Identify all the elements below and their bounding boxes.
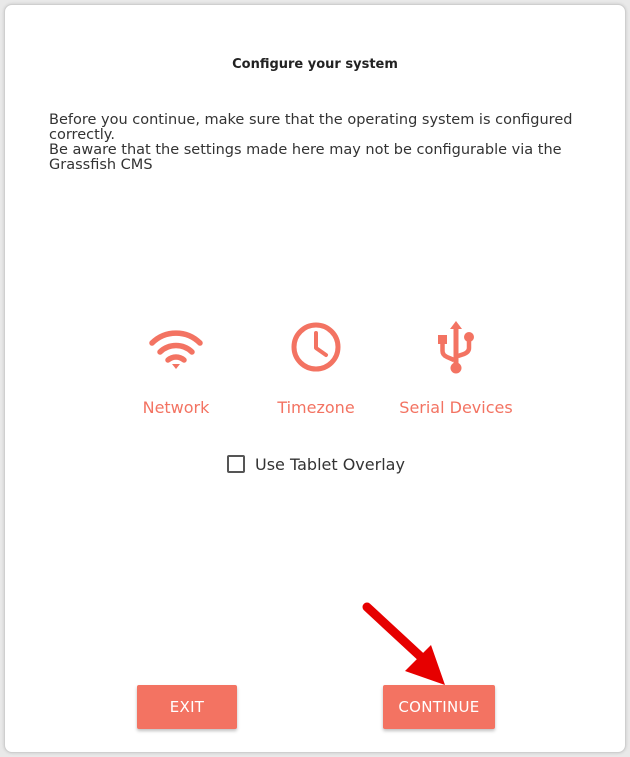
continue-button[interactable]: CONTINUE xyxy=(383,685,495,729)
serial-devices-label: Serial Devices xyxy=(399,398,513,417)
network-option[interactable]: Network xyxy=(101,317,251,427)
timezone-option[interactable]: Timezone xyxy=(241,317,391,427)
wifi-icon xyxy=(101,317,251,377)
tablet-overlay-checkbox-row[interactable]: Use Tablet Overlay xyxy=(227,451,405,477)
tablet-overlay-label: Use Tablet Overlay xyxy=(255,454,405,474)
annotation-arrow-icon xyxy=(362,602,445,685)
dialog-title: Configure your system xyxy=(232,57,398,72)
usb-icon xyxy=(381,317,531,377)
intro-line-2: Be aware that the settings made here may… xyxy=(49,142,562,173)
network-label: Network xyxy=(142,398,210,417)
intro-text: Before you continue, make sure that the … xyxy=(49,113,589,173)
clock-icon xyxy=(241,317,391,377)
exit-button[interactable]: EXIT xyxy=(137,685,237,729)
serial-devices-option[interactable]: Serial Devices xyxy=(381,317,531,427)
timezone-label: Timezone xyxy=(277,398,355,417)
tablet-overlay-checkbox[interactable] xyxy=(227,455,245,473)
configure-system-dialog: Configure your system Before you continu… xyxy=(4,4,626,753)
intro-line-1: Before you continue, make sure that the … xyxy=(49,112,573,143)
